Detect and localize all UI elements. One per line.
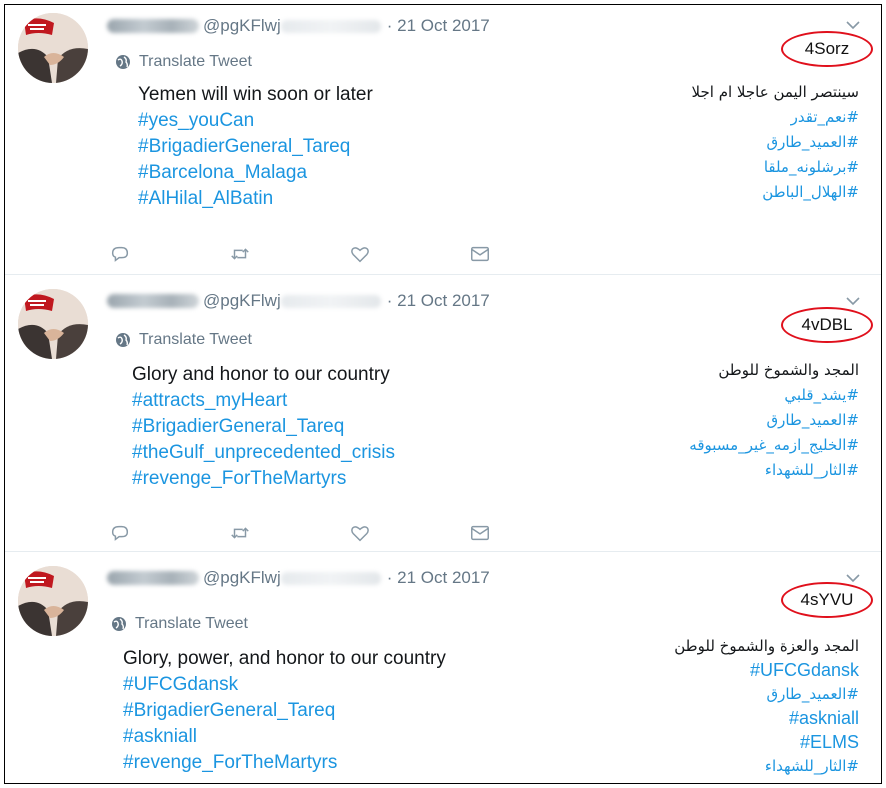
tweet: @pgKFlwj · 21 Oct 2017 4Sorz Translate T… (5, 5, 881, 275)
globe-icon (116, 333, 130, 347)
chevron-down-icon[interactable] (845, 17, 861, 33)
hashtag-link[interactable]: #برشلونه_ملقا (692, 155, 859, 180)
hashtag-link[interactable]: #yes_youCan (138, 108, 373, 134)
hashtag-link[interactable]: #BrigadierGeneral_Tareq (132, 414, 395, 440)
retweet-button[interactable] (229, 243, 349, 265)
like-icon (351, 247, 369, 263)
translate-tweet-link[interactable]: Translate Tweet (115, 331, 252, 349)
hashtag-link[interactable]: #العميد_طارق (689, 408, 859, 433)
avatar[interactable] (18, 289, 88, 359)
tweet-text-english: Yemen will win soon or later #yes_youCan… (138, 82, 373, 212)
chevron-down-icon[interactable] (845, 293, 861, 309)
tweet-text-arabic: المجد والشموخ للوطن #يشد_قلبي #العميد_طا… (689, 358, 859, 483)
tweet-text-arabic: المجد والعزة والشموخ للوطن #UFCGdansk #ا… (674, 634, 859, 778)
hashtag-link[interactable]: #الخليج_ازمه_غير_مسبوقه (689, 433, 859, 458)
hashtag-link[interactable]: #العميد_طارق (692, 130, 859, 155)
tweet-text-line: المجد والعزة والشموخ للوطن (674, 637, 859, 655)
tweet: @pgKFlwj · 21 Oct 2017 4sYVU Translate T… (5, 552, 881, 785)
hashtag-link[interactable]: #الثار_للشهداء (674, 754, 859, 778)
direct-message-button[interactable] (469, 243, 589, 265)
hashtag-link[interactable]: #يشد_قلبي (689, 383, 859, 408)
message-icon (471, 525, 489, 541)
handle-redacted (280, 571, 381, 585)
hashtag-link[interactable]: #Barcelona_Malaga (138, 160, 373, 186)
tweet: @pgKFlwj · 21 Oct 2017 4vDBL Translate T… (5, 275, 881, 552)
avatar[interactable] (18, 13, 88, 83)
hashtag-link[interactable]: #askniall (123, 724, 446, 750)
hashtag-link[interactable]: #الثار_للشهداء (689, 458, 859, 483)
translate-tweet-link[interactable]: Translate Tweet (115, 53, 252, 71)
tweet-text-english: Glory, power, and honor to our country #… (123, 646, 446, 776)
like-icon (351, 526, 369, 542)
hashtag-link[interactable]: #ELMS (674, 730, 859, 754)
tweet-date[interactable]: 21 Oct 2017 (397, 291, 490, 311)
hashtag-link[interactable]: #askniall (674, 706, 859, 730)
tweet-text-line: Yemen will win soon or later (138, 84, 373, 105)
author-name-redacted[interactable] (107, 294, 199, 308)
hashtag-link[interactable]: #UFCGdansk (123, 672, 446, 698)
tweet-text-line: سينتصر اليمن عاجلا ام اجلا (691, 83, 859, 101)
screenshot-frame: @pgKFlwj · 21 Oct 2017 4Sorz Translate T… (4, 4, 882, 784)
translate-label: Translate Tweet (135, 615, 248, 632)
tweet-date[interactable]: 21 Oct 2017 (397, 16, 490, 36)
translate-label: Translate Tweet (139, 53, 252, 70)
retweet-icon (231, 248, 249, 260)
author-name-redacted[interactable] (107, 571, 199, 585)
tweet-date[interactable]: 21 Oct 2017 (397, 568, 490, 588)
author-handle[interactable]: @pgKFlwj (203, 291, 281, 311)
tweet-text-line: المجد والشموخ للوطن (718, 361, 859, 379)
hashtag-link[interactable]: #revenge_ForTheMartyrs (132, 466, 395, 492)
reply-icon (111, 525, 129, 541)
hashtag-link[interactable]: #attracts_myHeart (132, 388, 395, 414)
like-button[interactable] (349, 522, 469, 544)
message-icon (471, 246, 489, 262)
tweet-header: @pgKFlwj · 21 Oct 2017 (107, 566, 490, 590)
globe-icon (112, 617, 126, 631)
translate-tweet-link[interactable]: Translate Tweet (111, 615, 248, 633)
reply-icon (111, 246, 129, 262)
avatar[interactable] (18, 566, 88, 636)
reply-button[interactable] (109, 522, 229, 544)
separator: · (386, 291, 393, 310)
tweet-text-line: Glory and honor to our country (132, 364, 390, 385)
hashtag-link[interactable]: #revenge_ForTheMartyrs (123, 750, 446, 776)
reply-button[interactable] (109, 243, 229, 265)
tweet-text-arabic: سينتصر اليمن عاجلا ام اجلا #نعم_تقدر #ال… (692, 80, 859, 205)
author-handle[interactable]: @pgKFlwj (203, 16, 281, 36)
like-button[interactable] (349, 243, 469, 265)
hashtag-link[interactable]: #العميد_طارق (674, 682, 859, 706)
tweet-actions (109, 243, 589, 265)
direct-message-button[interactable] (469, 522, 589, 544)
retweet-button[interactable] (229, 522, 349, 544)
annotation-badge: 4sYVU (781, 582, 873, 618)
author-name-redacted[interactable] (107, 19, 199, 33)
hashtag-link[interactable]: #BrigadierGeneral_Tareq (138, 134, 373, 160)
hashtag-link[interactable]: #BrigadierGeneral_Tareq (123, 698, 446, 724)
separator: · (386, 568, 393, 587)
tweet-text-english: Glory and honor to our country #attracts… (132, 362, 395, 492)
tweet-header: @pgKFlwj · 21 Oct 2017 (107, 14, 490, 38)
tweet-actions (109, 522, 589, 544)
handle-redacted (280, 294, 381, 308)
separator: · (386, 16, 393, 35)
hashtag-link[interactable]: #نعم_تقدر (692, 105, 859, 130)
hashtag-link[interactable]: #theGulf_unprecedented_crisis (132, 440, 395, 466)
hashtag-link[interactable]: #الهلال_الباطن (692, 180, 859, 205)
author-handle[interactable]: @pgKFlwj (203, 568, 281, 588)
retweet-icon (231, 527, 249, 539)
handle-redacted (280, 19, 381, 33)
annotation-badge: 4Sorz (781, 31, 873, 67)
translate-label: Translate Tweet (139, 331, 252, 348)
annotation-badge: 4vDBL (781, 307, 873, 343)
hashtag-link[interactable]: #UFCGdansk (674, 658, 859, 682)
hashtag-link[interactable]: #AlHilal_AlBatin (138, 186, 373, 212)
globe-icon (116, 55, 130, 69)
tweet-header: @pgKFlwj · 21 Oct 2017 (107, 289, 490, 313)
tweet-text-line: Glory, power, and honor to our country (123, 648, 446, 669)
